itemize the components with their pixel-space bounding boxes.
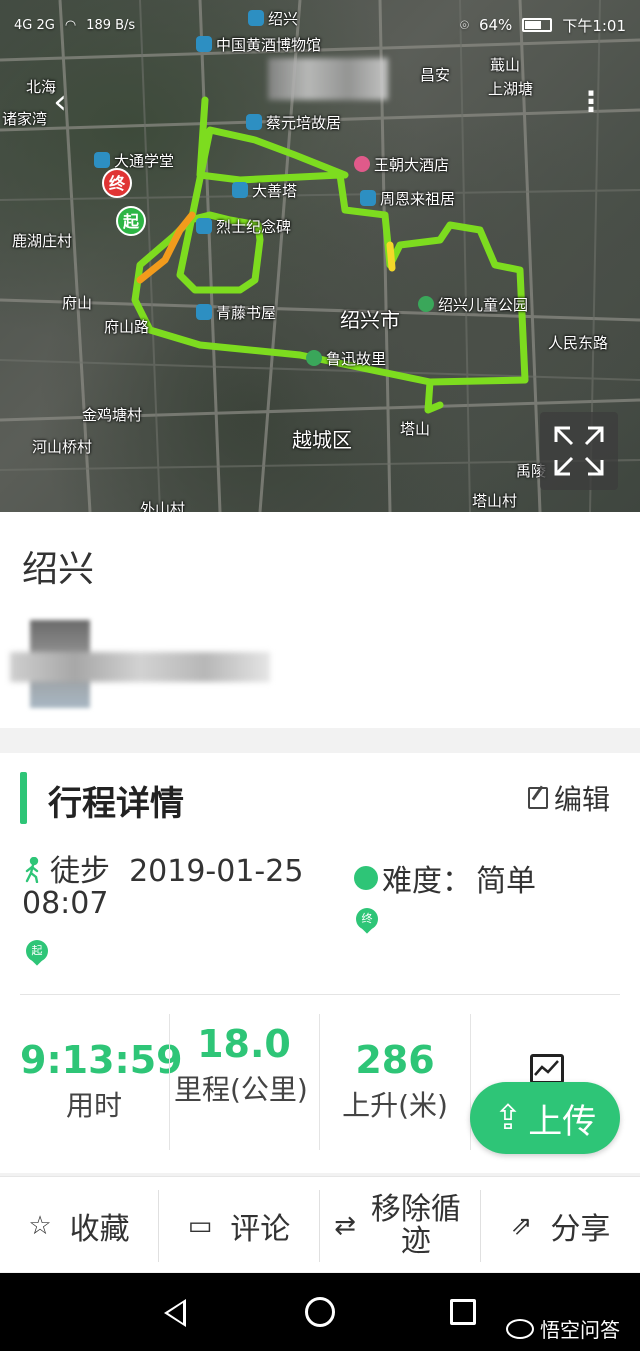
map-label: 绍兴儿童公园 (418, 294, 528, 315)
hiking-icon (25, 857, 39, 883)
more-vertical-icon: ⋮ (577, 85, 605, 118)
divider (20, 994, 620, 995)
star-icon: ☆ (28, 1211, 52, 1241)
map-label: 外山村 (140, 500, 186, 512)
trip-mode: 徒步 (50, 854, 110, 889)
edit-label: 编辑 (554, 783, 611, 816)
map-label: 金鸡塘村 (82, 406, 143, 424)
start-marker[interactable]: 起 (116, 206, 146, 236)
map-label: 人民东路 (548, 334, 609, 352)
stat-ascent: 286 上升(米) (320, 1040, 470, 1178)
route-map[interactable]: 4G 2G ◠ 189 B/s ⌾ 64% 下午1:01 绍兴 中国黄酒博物馆 … (0, 0, 640, 512)
trip-mode-date: 徒步 2019-01-25 08:07 (22, 856, 342, 920)
difficulty-label: 难度： (382, 864, 472, 899)
network-indicator: 4G 2G (14, 17, 55, 33)
map-label: 鲁迅故里 (306, 348, 386, 369)
favorite-button[interactable]: ☆ 收藏 (0, 1188, 158, 1264)
map-label: 大通学堂 (94, 150, 174, 171)
page-title: 绍兴 (22, 549, 95, 590)
wukong-logo-icon (506, 1318, 534, 1339)
section-accent-bar (20, 772, 27, 824)
net-speed: 189 B/s (86, 17, 136, 33)
stat-label: 里程(公里) (174, 1073, 308, 1106)
comment-button[interactable]: ▭ 评论 (159, 1188, 319, 1264)
swap-icon: ⇄ (334, 1211, 356, 1241)
wifi-icon: ◠ (64, 17, 77, 33)
map-label: 青藤书屋 (196, 302, 276, 323)
map-label: 中国黄酒博物馆 (196, 34, 321, 55)
map-label: 蔡元培故居 (246, 112, 341, 133)
nav-home-icon[interactable] (305, 1297, 335, 1327)
edit-icon (528, 787, 548, 809)
map-label: 塔山 (400, 420, 431, 438)
upload-icon: ⇪ (493, 1098, 523, 1138)
map-label: 王朝大酒店 (354, 154, 449, 175)
stat-duration: 9:13:59 用时 (20, 1038, 183, 1178)
section-title: 行程详情 (48, 784, 184, 824)
map-label: 鹿湖庄村 (12, 232, 73, 250)
stat-value: 9:13:59 (20, 1038, 183, 1082)
favorite-label: 收藏 (69, 1212, 130, 1247)
watermark-text: 悟空问答 (540, 1318, 620, 1342)
difficulty: 难度： 简单 (354, 856, 536, 900)
back-button[interactable]: ‹ (40, 82, 80, 122)
share-label: 分享 (550, 1212, 611, 1247)
nav-recent-icon[interactable] (450, 1299, 476, 1325)
stat-distance: 18.0 里程(公里) (170, 1024, 318, 1162)
end-location-pin[interactable]: 终 (356, 908, 378, 934)
comment-icon: ▭ (187, 1211, 213, 1241)
fullscreen-button[interactable] (540, 412, 618, 490)
upload-label: 上传 (528, 1101, 597, 1142)
share-icon: ⇗ (510, 1211, 533, 1241)
stat-value: 286 (355, 1038, 435, 1082)
map-label: 河山桥村 (32, 438, 93, 456)
map-label: 蕺山 (490, 56, 521, 74)
share-button[interactable]: ⇗ 分享 (481, 1188, 640, 1264)
map-label: 周恩来祖居 (360, 188, 455, 209)
chevron-left-icon: ‹ (53, 82, 67, 122)
divider (470, 1014, 471, 1150)
elevation-chart-icon[interactable] (530, 1054, 564, 1084)
stat-value: 18.0 (197, 1022, 291, 1066)
expand-icon (554, 426, 604, 476)
battery-icon (522, 18, 553, 32)
redacted-area (268, 58, 388, 100)
end-pin-label: 终 (356, 908, 378, 930)
more-options-button[interactable]: ⋮ (574, 82, 608, 122)
upload-button[interactable]: ⇪ 上传 (470, 1082, 620, 1154)
watermark: 悟空问答 (506, 1314, 620, 1343)
remove-track-button[interactable]: ⇄ 移除循迹 (320, 1188, 480, 1264)
map-label: 越城区 (292, 428, 352, 452)
map-label: 绍兴市 (340, 308, 400, 332)
map-label: 绍兴 (248, 8, 298, 29)
stat-label: 上升(米) (342, 1089, 448, 1122)
start-pin-label: 起 (26, 940, 48, 962)
map-label: 塔山村 (472, 492, 518, 510)
map-label: 大善塔 (232, 180, 297, 201)
map-label: 上湖塘 (488, 80, 534, 98)
location-icon: ⌾ (459, 16, 469, 34)
map-label: 府山路 (104, 318, 150, 336)
difficulty-value: 简单 (476, 864, 536, 899)
end-marker[interactable]: 终 (102, 168, 132, 198)
edit-button[interactable]: 编辑 (528, 778, 610, 818)
clock: 下午1:01 (562, 16, 626, 35)
battery-percent: 64% (478, 16, 513, 34)
puzzle-icon (354, 866, 378, 890)
map-label: 府山 (62, 294, 93, 312)
stat-label: 用时 (65, 1089, 122, 1122)
start-location-pin[interactable]: 起 (26, 940, 48, 966)
comment-label: 评论 (230, 1212, 291, 1247)
map-label: 昌安 (420, 66, 451, 84)
remove-track-label: 移除循迹 (370, 1192, 461, 1259)
map-label: 烈士纪念碑 (196, 216, 291, 237)
redacted-user-info (10, 620, 280, 712)
